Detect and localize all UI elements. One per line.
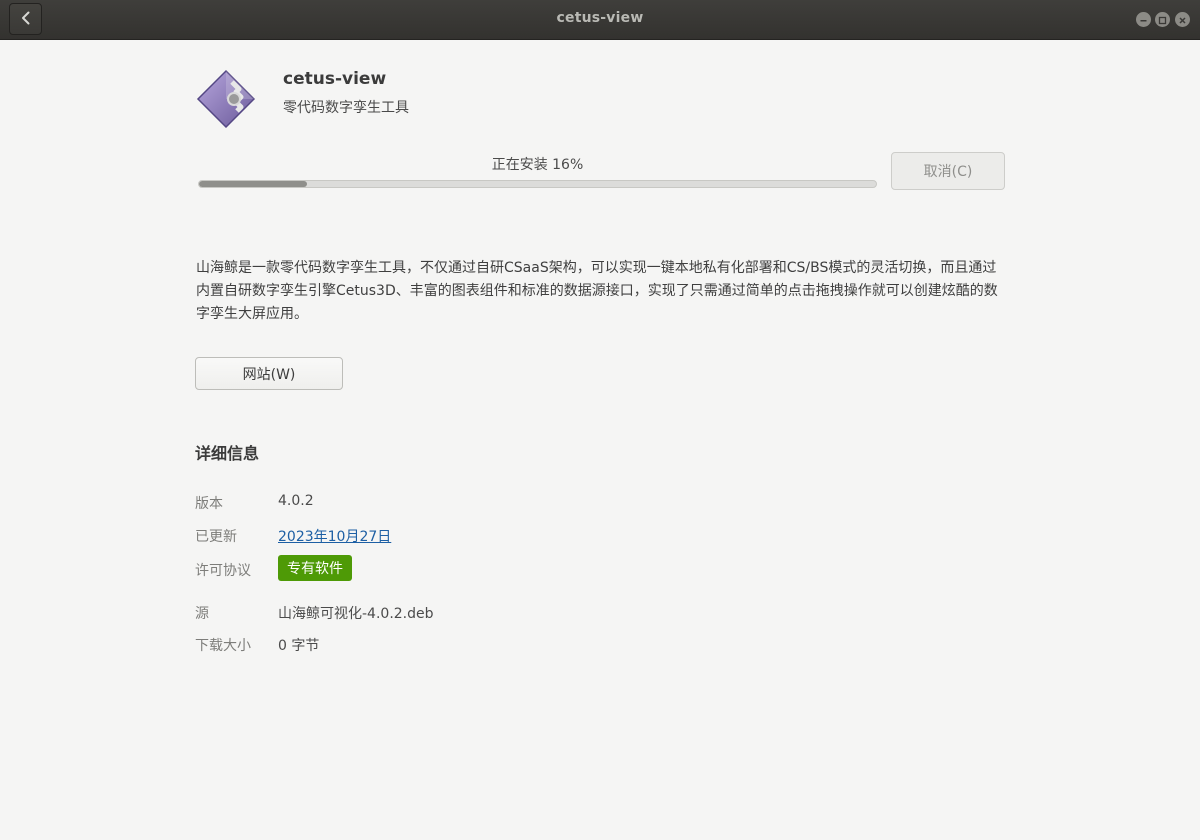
download-size-value: 0 字节 (278, 638, 320, 654)
version-label: 版本 (195, 496, 223, 512)
app-summary: 零代码数字孪生工具 (283, 100, 409, 116)
window-title: cetus-view (556, 10, 644, 26)
close-icon (1178, 10, 1187, 29)
updated-label: 已更新 (195, 529, 237, 545)
updated-date-link[interactable]: 2023年10月27日 (278, 526, 391, 546)
install-progress-fill (199, 181, 308, 187)
title-bar: cetus-view (0, 0, 1200, 40)
install-progress-bar (198, 180, 877, 188)
details-title: 详细信息 (195, 444, 260, 463)
minimize-button[interactable] (1136, 12, 1151, 27)
close-button[interactable] (1175, 12, 1190, 27)
cancel-button[interactable]: 取消(C) (891, 152, 1005, 190)
license-badge[interactable]: 专有软件 (278, 555, 352, 581)
app-package-icon (195, 68, 257, 130)
source-label: 源 (195, 606, 209, 622)
app-description: 山海鲸是一款零代码数字孪生工具，不仅通过自研CSaaS架构，可以实现一键本地私有… (196, 260, 998, 322)
maximize-icon (1158, 10, 1167, 29)
website-button[interactable]: 网站(W) (195, 357, 343, 390)
source-value: 山海鲸可视化-4.0.2.deb (278, 606, 434, 622)
license-label: 许可协议 (195, 563, 251, 579)
download-size-label: 下载大小 (195, 638, 251, 654)
app-name: cetus-view (283, 69, 387, 89)
install-status: 正在安装 16% (491, 157, 584, 173)
maximize-button[interactable] (1155, 12, 1170, 27)
version-value: 4.0.2 (278, 493, 314, 509)
minimize-icon (1139, 10, 1148, 29)
